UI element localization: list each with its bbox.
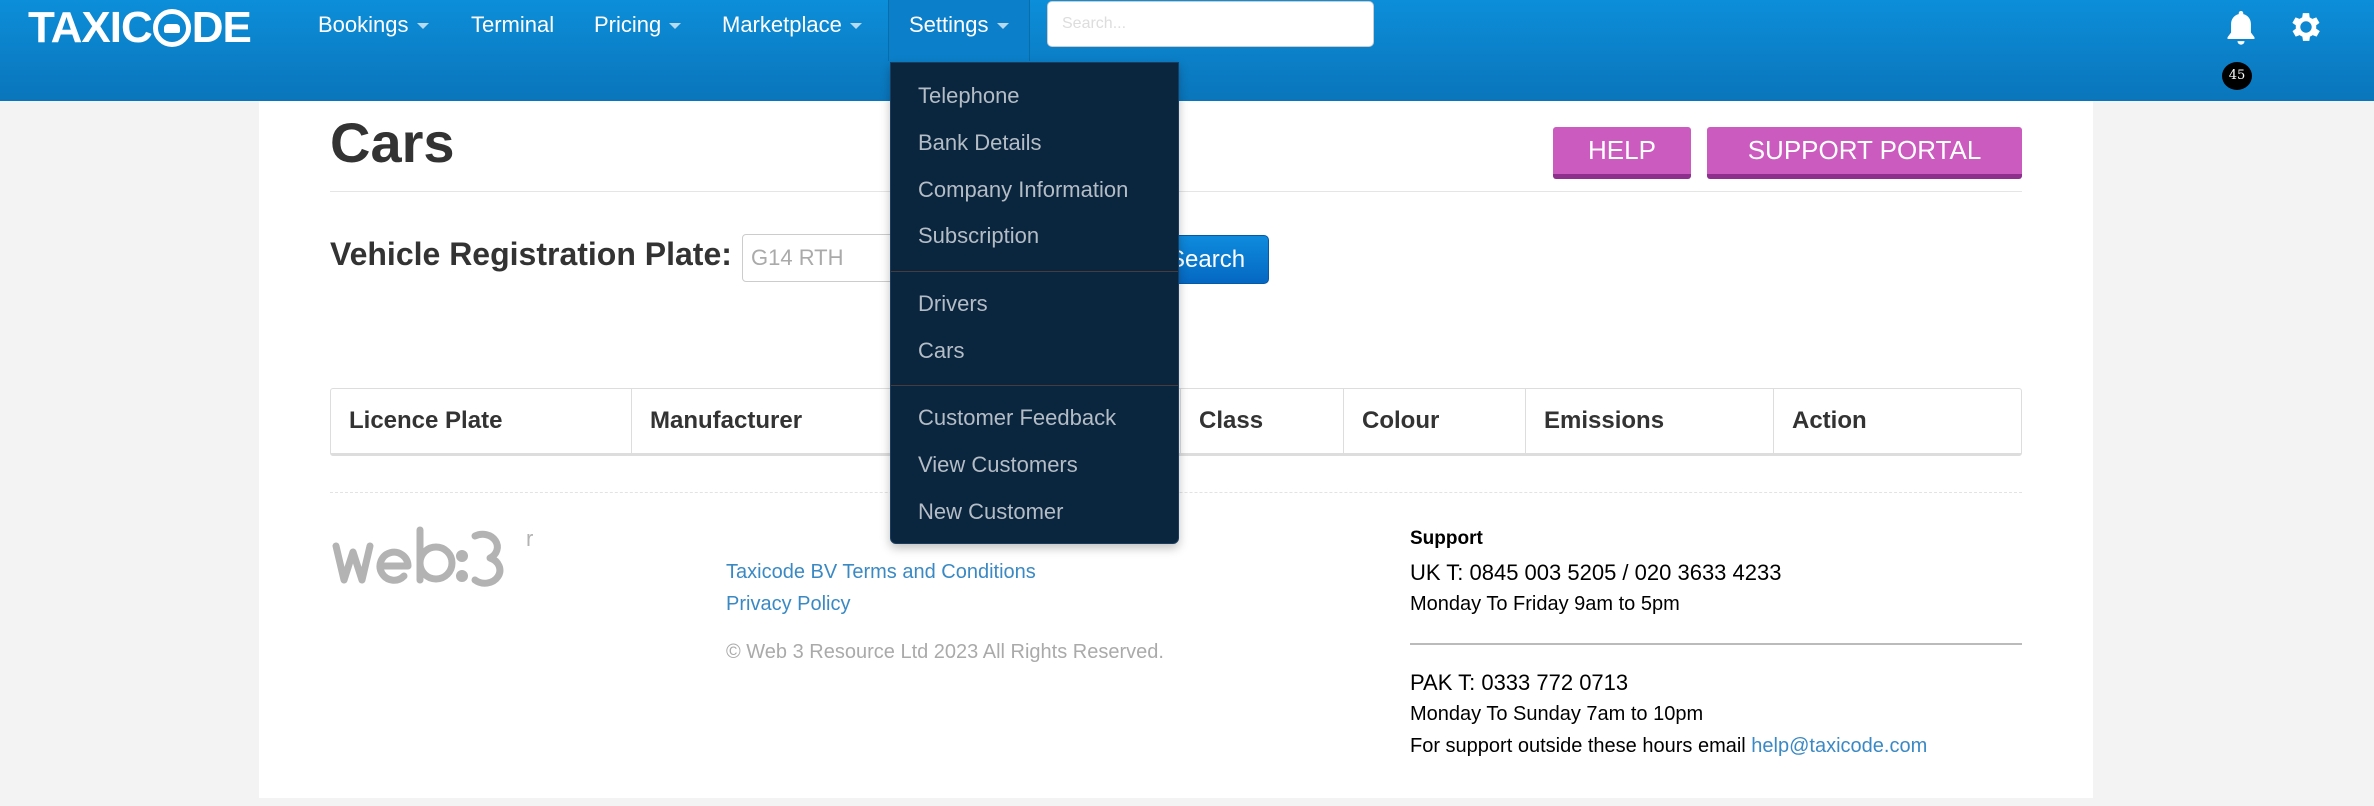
nav-bookings-label: Bookings <box>318 12 409 37</box>
copyright-text: © Web 3 Resource Ltd 2023 All Rights Res… <box>726 641 1164 663</box>
pak-hours: Monday To Sunday 7am to 10pm <box>1410 703 1704 725</box>
nav-pricing[interactable]: Pricing <box>574 0 701 50</box>
support-portal-button[interactable]: SUPPORT PORTAL <box>1707 127 2022 179</box>
column-header-manufacturer[interactable]: Manufacturer <box>632 389 892 453</box>
column-header-class[interactable]: Class <box>1181 389 1344 453</box>
menu-item-view-customers[interactable]: View Customers <box>918 452 1078 478</box>
logo-car-icon <box>152 9 191 47</box>
plate-search-input[interactable] <box>742 234 912 282</box>
privacy-policy-link[interactable]: Privacy Policy <box>726 593 850 616</box>
menu-item-company-information[interactable]: Company Information <box>918 177 1128 203</box>
nav-pricing-label: Pricing <box>594 12 662 37</box>
global-search-input[interactable] <box>1047 1 1374 47</box>
gear-icon[interactable] <box>2287 8 2325 46</box>
nav-settings[interactable]: Settings <box>888 0 1030 61</box>
settings-dropdown-menu: Telephone Bank Details Company Informati… <box>890 62 1179 544</box>
menu-item-subscription[interactable]: Subscription <box>918 223 1039 249</box>
help-button[interactable]: HELP <box>1553 127 1691 179</box>
support-email-link[interactable]: help@taxicode.com <box>1751 735 1927 757</box>
menu-item-customer-feedback[interactable]: Customer Feedback <box>918 405 1116 431</box>
support-divider <box>1410 643 2022 645</box>
pak-phone: PAK T: 0333 772 0713 <box>1410 670 1629 695</box>
nav-terminal[interactable]: Terminal <box>451 0 574 50</box>
nav-marketplace[interactable]: Marketplace <box>702 0 882 50</box>
menu-item-telephone[interactable]: Telephone <box>918 83 1020 109</box>
support-heading: Support <box>1410 528 1483 549</box>
page-title: Cars <box>330 111 455 174</box>
menu-item-cars[interactable]: Cars <box>918 338 964 364</box>
logo-text-suffix: DE <box>191 3 252 52</box>
caret-down-icon <box>849 23 862 30</box>
terms-link[interactable]: Taxicode BV Terms and Conditions <box>726 561 1036 584</box>
menu-divider <box>891 385 1178 386</box>
notification-badge[interactable]: 45 <box>2222 62 2252 90</box>
menu-item-new-customer[interactable]: New Customer <box>918 499 1063 525</box>
column-header-emissions[interactable]: Emissions <box>1526 389 1774 453</box>
taxicode-logo[interactable]: TAXIC DE <box>28 3 252 52</box>
logo-text-prefix: TAXIC <box>28 3 153 52</box>
column-header-colour[interactable]: Colour <box>1344 389 1526 453</box>
top-navbar: TAXIC DE Bookings Terminal Pricing Marke… <box>0 0 2374 101</box>
menu-item-drivers[interactable]: Drivers <box>918 291 988 317</box>
nav-marketplace-label: Marketplace <box>722 12 842 37</box>
uk-phone: UK T: 0845 003 5205 / 020 3633 4233 <box>1410 560 1782 585</box>
menu-divider <box>891 271 1178 272</box>
uk-hours: Monday To Friday 9am to 5pm <box>1410 593 1680 615</box>
plate-search-label: Vehicle Registration Plate: <box>330 236 732 272</box>
svg-text:r: r <box>526 526 533 551</box>
column-header-action[interactable]: Action <box>1774 389 2021 453</box>
caret-down-icon <box>669 23 682 30</box>
column-header-licence-plate[interactable]: Licence Plate <box>331 389 632 453</box>
nav-settings-label: Settings <box>909 12 989 37</box>
web3-logo: r <box>332 526 533 587</box>
outside-hours-text: For support outside these hours email he… <box>1410 735 1927 758</box>
outside-hours-label: For support outside these hours email <box>1410 735 1752 757</box>
caret-down-icon <box>416 23 429 30</box>
bell-icon[interactable] <box>2224 8 2258 48</box>
menu-item-bank-details[interactable]: Bank Details <box>918 130 1042 156</box>
nav-terminal-label: Terminal <box>471 12 555 37</box>
nav-bookings[interactable]: Bookings <box>298 0 449 50</box>
caret-down-icon <box>996 23 1009 30</box>
